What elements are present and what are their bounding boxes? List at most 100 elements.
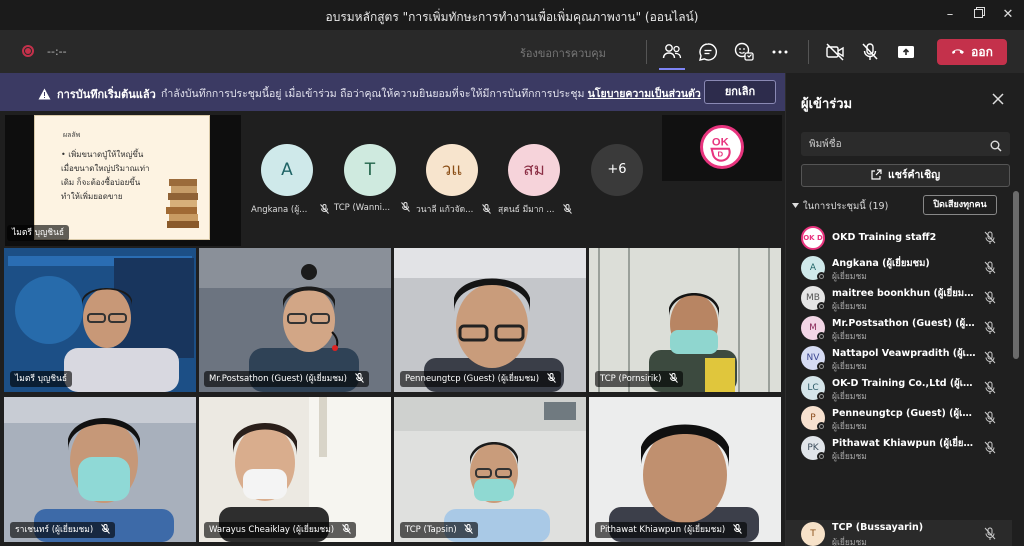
close-window-icon[interactable]: ✕: [999, 6, 1017, 24]
participant-row[interactable]: PK Pithawat Khiawpun (ผู้เยี่ยมชม) ผู้เย…: [786, 434, 1012, 464]
presence-status: [817, 452, 826, 461]
panel-title: ผู้เข้าร่วม: [801, 97, 853, 112]
privacy-policy-link[interactable]: นโยบายความเป็นส่วนตัว: [588, 88, 701, 100]
share-invite-label: แชร์คำเชิญ: [887, 169, 941, 181]
mic-off-icon[interactable]: [984, 261, 996, 275]
video-tile[interactable]: Penneungtcp (Guest) (ผู้เยี่ยมชม): [394, 248, 586, 392]
participant-avatar[interactable]: A: [261, 144, 313, 196]
participant-name-tag: TCP (Pornsirik): [595, 371, 684, 387]
video-tile[interactable]: TCP (Pornsirik): [589, 248, 781, 392]
shared-content-tile[interactable]: ผลลัพ • เพิ่มขนาดปู่ให้ใหญ่ขึ้น เมื่อขนา…: [5, 115, 241, 246]
mic-off-icon[interactable]: [984, 351, 996, 365]
participant-row[interactable]: MB maitree boonkhun (ผู้เยี่ยมชม) ผู้เยี…: [786, 284, 1012, 314]
mic-off-icon: [563, 204, 573, 214]
participant-role: ผู้เยี่ยมชม: [832, 422, 867, 432]
participant-avatar[interactable]: สม: [508, 144, 560, 196]
mic-off-icon[interactable]: [984, 381, 996, 395]
participant-role: ผู้เยี่ยมชม: [832, 452, 867, 462]
mic-off-icon[interactable]: [984, 231, 996, 245]
banner-message-text: กำลังบันทึกการประชุมนี้อยู่ เมื่อเข้าร่ว…: [161, 88, 585, 100]
more-participants-button[interactable]: +6: [591, 144, 643, 196]
presence-status: [817, 362, 826, 371]
mic-off-icon[interactable]: [984, 441, 996, 455]
participants-panel: ผู้เข้าร่วม แชร์คำเชิญ ในการประชุมนี้ (1…: [785, 73, 1024, 546]
meeting-stage: ผลลัพ • เพิ่มขนาดปู่ให้ใหญ่ขึ้น เมื่อขนา…: [0, 111, 785, 546]
minimize-icon[interactable]: –: [941, 6, 959, 24]
participant-name-tag: Warayus Cheaiklay (ผู้เยี่ยมชม): [204, 522, 356, 538]
participant-name-text: Pithawat Khiawpun (ผู้เยี่ยมชม): [600, 525, 726, 535]
mic-off-icon: [320, 204, 329, 214]
people-active-indicator: [659, 68, 685, 70]
warning-icon: [38, 85, 51, 104]
participant-avatar[interactable]: วแ: [426, 144, 478, 196]
slide-line: ทำให้เพิ่มยอดขาย: [61, 192, 123, 201]
close-icon[interactable]: [989, 90, 1007, 108]
leave-button[interactable]: ออก: [937, 39, 1007, 65]
mic-off-icon: [733, 524, 742, 534]
banner-message: กำลังบันทึกการประชุมนี้อยู่ เมื่อเข้าร่ว…: [161, 85, 701, 102]
participant-avatar-name: วนาลี แก้วจัด...: [416, 202, 508, 216]
people-icon[interactable]: [660, 40, 684, 64]
participant-avatar-name: สุคนธ์ มีมาก ...: [498, 202, 590, 216]
video-tile[interactable]: TCP (Tapsin): [394, 397, 586, 542]
section-header[interactable]: ในการประชุมนี้ (19): [792, 199, 888, 214]
cancel-recording-button[interactable]: ยกเลิก: [704, 80, 776, 104]
restore-icon[interactable]: [970, 6, 988, 24]
participant-name: TCP (Bussayarin): [832, 522, 924, 533]
participant-row[interactable]: LC OK-D Training Co.,Ltd (ผู้เยี่ยมชม) ผ…: [786, 374, 1012, 404]
request-control-button[interactable]: ร้องขอการควบคุม: [520, 44, 606, 62]
video-tile[interactable]: Pithawat Khiawpun (ผู้เยี่ยมชม): [589, 397, 781, 542]
video-tile[interactable]: Mr.Postsathon (Guest) (ผู้เยี่ยมชม): [199, 248, 391, 392]
participant-video: [4, 397, 196, 542]
participant-row[interactable]: T TCP (Bussayarin) ผู้เยี่ยมชม: [786, 520, 1012, 546]
mic-off-icon[interactable]: [984, 411, 996, 425]
video-tile[interactable]: ไมตรี บุญชินธ์: [4, 248, 196, 392]
mic-off-icon: [100, 524, 110, 534]
slide-heading: ผลลัพ: [63, 131, 81, 139]
participant-avatar[interactable]: T: [344, 144, 396, 196]
avatar-name-text: วนาลี แก้วจัด...: [416, 205, 474, 215]
panel-scrollbar[interactable]: [1013, 191, 1019, 359]
shared-slide: ผลลัพ • เพิ่มขนาดปู่ให้ใหญ่ขึ้น เมื่อขนา…: [34, 115, 210, 240]
participant-role: ผู้เยี่ยมชม: [832, 272, 867, 282]
okd-logo-icon: OK D: [700, 125, 744, 169]
search-input[interactable]: [801, 132, 1010, 156]
participant-avatar-name: TCP (Wanni...: [334, 202, 426, 213]
participant-name-text: ไมตรี บุญชินธ์: [15, 374, 68, 384]
participant-avatar: T: [801, 522, 825, 546]
participant-name-text: TCP (Tapsin): [405, 525, 457, 535]
reactions-icon[interactable]: [732, 40, 756, 64]
mic-off-icon[interactable]: [858, 40, 882, 64]
svg-text:OK: OK: [712, 136, 729, 148]
video-tile[interactable]: ราเชนทร์ (ผู้เยี่ยมชม): [4, 397, 196, 542]
participant-name-text: TCP (Pornsirik): [600, 374, 662, 384]
share-invite-button[interactable]: แชร์คำเชิญ: [801, 164, 1010, 187]
share-screen-icon[interactable]: [894, 40, 918, 64]
presence-status: [817, 272, 826, 281]
search-icon[interactable]: [990, 137, 1002, 156]
leave-label: ออก: [971, 45, 993, 59]
svg-text:D: D: [717, 150, 723, 159]
mic-off-icon: [341, 524, 351, 534]
participant-row[interactable]: A Angkana (ผู้เยี่ยมชม) ผู้เยี่ยมชม: [786, 254, 1012, 284]
more-options-icon[interactable]: [768, 40, 792, 64]
video-tile[interactable]: Warayus Cheaiklay (ผู้เยี่ยมชม): [199, 397, 391, 542]
okd-training-tile[interactable]: OK D: [662, 115, 782, 181]
participant-name-tag: ไมตรี บุญชินธ์: [10, 371, 73, 387]
participant-name-tag: Penneungtcp (Guest) (ผู้เยี่ยมชม): [400, 371, 561, 387]
mic-off-icon[interactable]: [984, 527, 996, 541]
participant-row[interactable]: NV Nattapol Veawpradith (ผู้เยี่ยมชม) ผู…: [786, 344, 1012, 374]
participant-row[interactable]: M Mr.Postsathon (Guest) (ผู้เยี่ยมชม) ผู…: [786, 314, 1012, 344]
participant-role: ผู้เยี่ยมชม: [832, 538, 867, 546]
chat-icon[interactable]: [696, 40, 720, 64]
participant-video: [394, 397, 586, 542]
participant-role: ผู้เยี่ยมชม: [832, 362, 867, 372]
presence-status: [817, 422, 826, 431]
camera-off-icon[interactable]: [823, 40, 847, 64]
participant-row[interactable]: OK D OKD Training staff2: [786, 224, 1012, 254]
mic-off-icon[interactable]: [984, 291, 996, 305]
participant-row[interactable]: P Penneungtcp (Guest) (ผู้เยี่ยมชม) ผู้เ…: [786, 404, 1012, 434]
mic-off-icon[interactable]: [984, 321, 996, 335]
participant-video: [589, 397, 781, 542]
mute-all-button[interactable]: ปิดเสียงทุกคน: [923, 195, 997, 215]
